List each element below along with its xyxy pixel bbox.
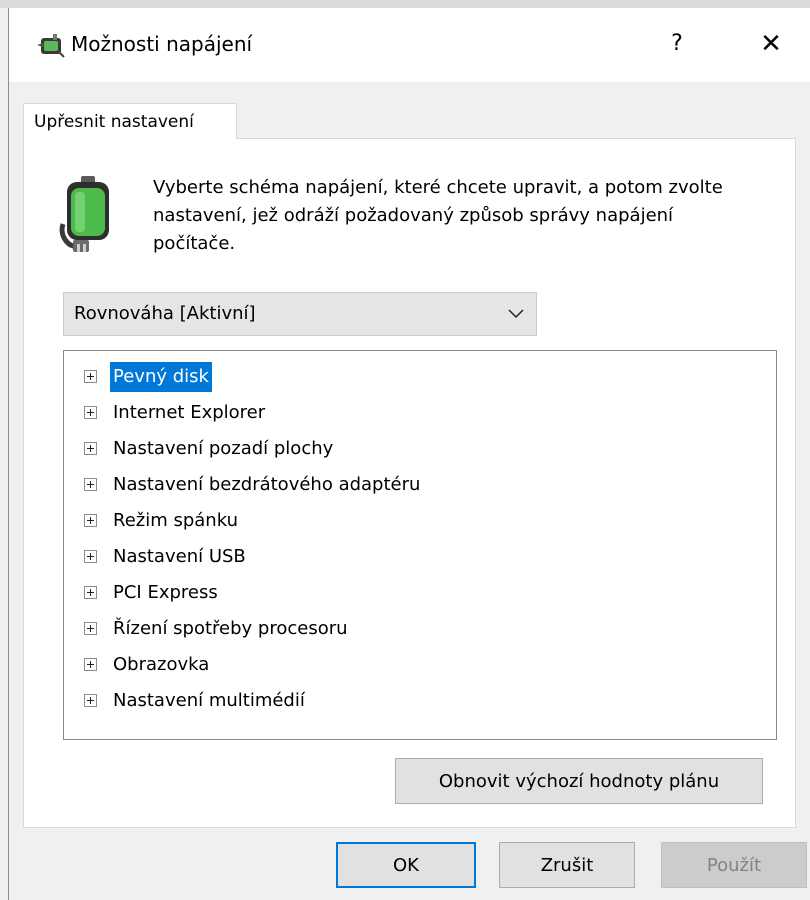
screen: Možnosti napájení ? ✕ Upřesnit nastavení…: [0, 0, 810, 900]
chevron-down-icon: [508, 309, 524, 319]
tree-item-label: PCI Express: [113, 582, 218, 603]
tree-item-label: Režim spánku: [113, 510, 238, 531]
tree-item-hard-disk[interactable]: Pevný disk: [64, 359, 764, 395]
expand-plus-icon[interactable]: [84, 370, 97, 383]
tree-item-desktop-background[interactable]: Nastavení pozadí plochy: [64, 431, 764, 467]
tree-item-label: Nastavení USB: [113, 546, 246, 567]
expand-plus-icon[interactable]: [84, 622, 97, 635]
tree-item-label: Obrazovka: [113, 654, 210, 675]
power-plan-selected-value: Rovnováha [Aktivní]: [74, 303, 256, 324]
power-options-dialog: Možnosti napájení ? ✕ Upřesnit nastavení…: [8, 8, 810, 900]
expand-plus-icon[interactable]: [84, 550, 97, 563]
tree-item-label: Nastavení multimédií: [113, 690, 305, 711]
help-button[interactable]: ?: [655, 26, 699, 62]
expand-plus-icon[interactable]: [84, 478, 97, 491]
tree-item-label: Internet Explorer: [113, 402, 266, 423]
tree-item-internet-explorer[interactable]: Internet Explorer: [64, 395, 764, 431]
expand-plus-icon[interactable]: [84, 694, 97, 707]
settings-tree[interactable]: Pevný disk Internet Explorer Nastavení p…: [63, 350, 777, 740]
tab-advanced-settings[interactable]: Upřesnit nastavení: [23, 103, 237, 139]
cancel-button[interactable]: Zrušit: [499, 842, 635, 888]
tree-item-usb-settings[interactable]: Nastavení USB: [64, 539, 764, 575]
tree-item-processor-power[interactable]: Řízení spotřeby procesoru: [64, 611, 764, 647]
tree-item-label: Pevný disk: [110, 362, 212, 392]
tree-item-label: Nastavení bezdrátového adaptéru: [113, 474, 421, 495]
expand-plus-icon[interactable]: [84, 406, 97, 419]
title-bar[interactable]: Možnosti napájení ? ✕: [9, 8, 810, 82]
dialog-client-area: Upřesnit nastavení Vyberte schéma napáje…: [9, 82, 810, 900]
ok-button[interactable]: OK: [336, 842, 476, 888]
tree-item-label: Nastavení pozadí plochy: [113, 438, 334, 459]
expand-plus-icon[interactable]: [84, 514, 97, 527]
expand-plus-icon[interactable]: [84, 658, 97, 671]
apply-button[interactable]: Použít: [661, 842, 807, 888]
power-options-icon: [37, 34, 65, 58]
power-plan-dropdown[interactable]: Rovnováha [Aktivní]: [63, 292, 537, 336]
battery-plug-icon: [59, 176, 109, 252]
tree-item-wireless-adapter[interactable]: Nastavení bezdrátového adaptéru: [64, 467, 764, 503]
expand-plus-icon[interactable]: [84, 586, 97, 599]
close-button[interactable]: ✕: [749, 26, 793, 62]
restore-plan-defaults-button[interactable]: Obnovit výchozí hodnoty plánu: [395, 758, 763, 804]
window-title: Možnosti napájení: [71, 32, 253, 56]
expand-plus-icon[interactable]: [84, 442, 97, 455]
description-text: Vyberte schéma napájení, které chcete up…: [153, 177, 723, 254]
background-strip: [0, 0, 810, 8]
tree-item-sleep[interactable]: Režim spánku: [64, 503, 764, 539]
tree-item-label: Řízení spotřeby procesoru: [113, 618, 348, 639]
tree-item-multimedia[interactable]: Nastavení multimédií: [64, 683, 764, 719]
tree-item-pci-express[interactable]: PCI Express: [64, 575, 764, 611]
tree-item-display[interactable]: Obrazovka: [64, 647, 764, 683]
